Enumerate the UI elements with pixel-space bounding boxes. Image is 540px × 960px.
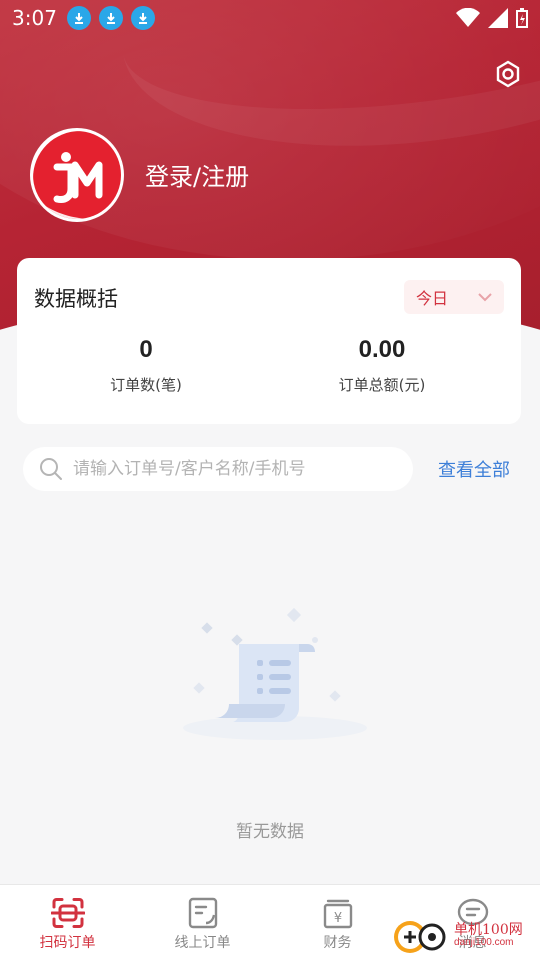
tab-label: 扫码订单	[39, 935, 96, 951]
watermark-text: 单机100网	[454, 921, 523, 938]
tab-label: 线上订单	[174, 935, 231, 951]
avatar[interactable]: JM	[30, 128, 124, 222]
empty-document-icon	[183, 607, 367, 740]
download-icon	[66, 6, 91, 30]
order-count-value: 0	[139, 336, 153, 363]
watermark-url: danji100.com	[454, 936, 514, 948]
order-total-stat: 0.00 订单总额(元)	[282, 336, 482, 395]
order-total-value: 0.00	[358, 336, 406, 363]
signal-icon	[488, 8, 508, 28]
status-time: 3:07	[12, 6, 57, 30]
wifi-icon	[456, 8, 480, 27]
order-total-label: 订单总额(元)	[338, 376, 426, 394]
order-count-stat: 0 订单数(笔)	[46, 336, 246, 395]
scan-icon	[50, 898, 85, 928]
login-register-link[interactable]: 登录/注册	[145, 157, 249, 192]
note-icon	[188, 897, 217, 929]
order-count-label: 订单数(笔)	[110, 376, 182, 394]
view-all-link[interactable]: 查看全部	[438, 456, 510, 482]
watermark-logo: 单机100网 danji100.com	[390, 915, 523, 955]
tab-scan-orders[interactable]: 扫码订单	[0, 885, 135, 960]
finance-icon: ¥	[323, 899, 352, 929]
download-icon	[98, 6, 123, 30]
search-icon	[40, 458, 62, 480]
search-bar[interactable]	[23, 447, 413, 491]
chevron-down-icon	[478, 293, 492, 302]
data-overview-card: 数据概括 今日 0 订单数(笔) 0.00 订单总额(元)	[17, 258, 521, 424]
overview-title: 数据概括	[34, 287, 118, 311]
status-bar: 3:07	[0, 0, 540, 36]
download-icon	[130, 6, 155, 30]
battery-icon	[516, 8, 528, 28]
period-selected: 今日	[416, 289, 449, 308]
search-input[interactable]	[73, 459, 393, 479]
watermark-icon	[394, 921, 446, 953]
settings-icon[interactable]	[494, 60, 522, 88]
empty-state-text: 暂无数据	[236, 822, 304, 842]
period-dropdown[interactable]: 今日	[404, 280, 504, 314]
tab-label: 财务	[323, 935, 352, 951]
svg-text:¥: ¥	[333, 911, 341, 926]
tab-online-orders[interactable]: 线上订单	[135, 885, 270, 960]
tab-finance[interactable]: ¥ 财务	[270, 885, 405, 960]
